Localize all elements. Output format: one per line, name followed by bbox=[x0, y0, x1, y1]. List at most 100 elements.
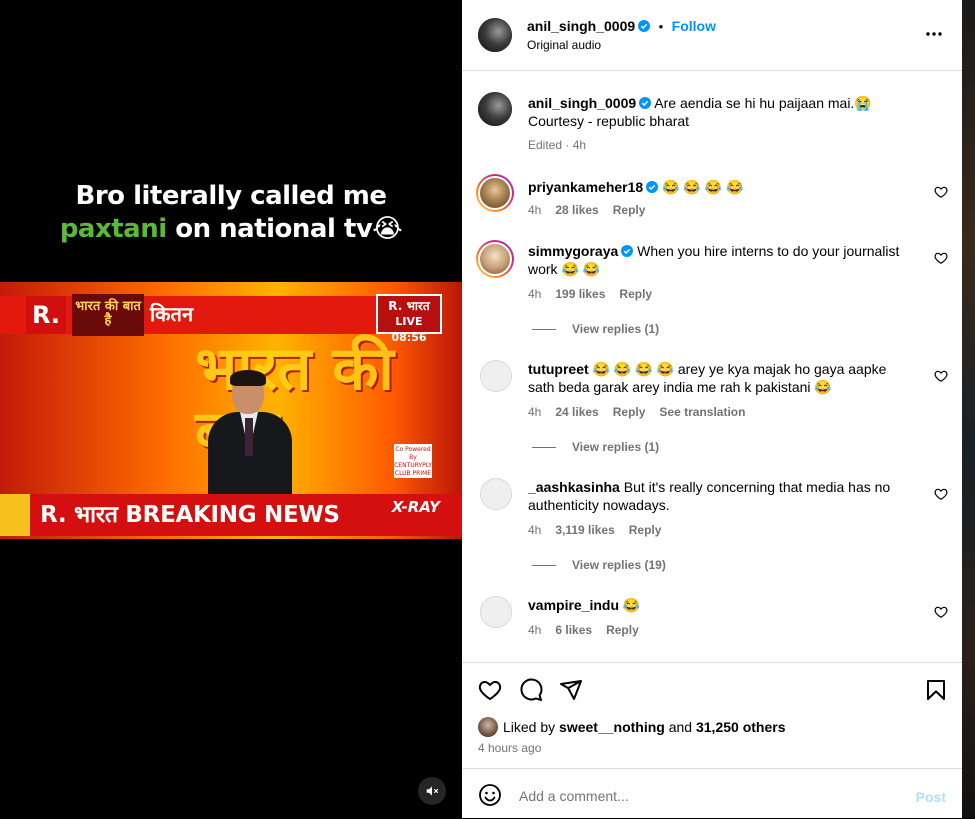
caption-line2: Courtesy - republic bharat bbox=[528, 113, 690, 129]
header-separator: • bbox=[658, 19, 664, 34]
post-comment-button[interactable]: Post bbox=[916, 789, 946, 805]
like-heart-icon[interactable] bbox=[478, 678, 502, 702]
live-label: LIVE bbox=[395, 315, 423, 328]
caption-username[interactable]: anil_singh_0009 bbox=[528, 95, 636, 111]
comment-time: 4h bbox=[528, 203, 542, 217]
comment-username[interactable]: priyankameher18 bbox=[528, 179, 643, 195]
comment-item: vampire_indu 😂 4h 6 likes Reply bbox=[462, 592, 962, 644]
news-anchor-figure bbox=[200, 370, 300, 522]
caption-text: anil_singh_0009 Are aendia se hi hu paij… bbox=[528, 94, 918, 130]
comment-username[interactable]: _aashkasinha bbox=[528, 479, 620, 495]
channel-logo: R. bbox=[26, 296, 66, 334]
mute-button[interactable] bbox=[418, 777, 446, 805]
reply-button[interactable]: Reply bbox=[619, 287, 652, 301]
reply-button[interactable]: Reply bbox=[629, 523, 662, 537]
likes-prefix: Liked by bbox=[503, 719, 556, 735]
comment-item: priyankameher18 😂 😂 😂 😂 4h 28 likes Reply bbox=[462, 172, 962, 224]
more-options-button[interactable] bbox=[924, 24, 944, 49]
post-timestamp[interactable]: 4 hours ago bbox=[478, 741, 541, 755]
add-comment-bar: Post bbox=[462, 768, 962, 819]
comment-text: tutupreet 😂 😂 😂 😂 arey ye kya majak ho g… bbox=[528, 360, 908, 396]
commenter-avatar[interactable] bbox=[476, 240, 514, 278]
liker-username[interactable]: sweet__nothing bbox=[559, 719, 665, 735]
follow-button[interactable]: Follow bbox=[672, 18, 716, 34]
verified-badge-icon bbox=[639, 97, 652, 109]
likes-summary: Liked by sweet__nothing and 31,250 other… bbox=[503, 719, 785, 735]
more-horizontal-icon bbox=[926, 32, 942, 36]
comment-body: 😂 bbox=[622, 597, 641, 613]
comment-meta: 4h 28 likes Reply bbox=[528, 203, 659, 217]
speaker-muted-icon bbox=[426, 786, 439, 796]
verified-badge-icon bbox=[646, 181, 659, 193]
comment-likes[interactable]: 6 likes bbox=[555, 623, 592, 637]
live-channel: R. भारत bbox=[388, 299, 430, 313]
comment-username[interactable]: simmygoraya bbox=[528, 243, 618, 259]
liker-avatar[interactable] bbox=[478, 717, 498, 737]
news-broadcast-frame: R. भारत की बात है कितन भारत की बात R. भा… bbox=[0, 282, 462, 539]
reply-button[interactable]: Reply bbox=[606, 623, 639, 637]
view-replies-button[interactable]: View replies (1) bbox=[532, 322, 659, 336]
like-comment-heart-icon[interactable] bbox=[934, 251, 948, 265]
ticker-accent bbox=[0, 494, 30, 536]
save-bookmark-icon[interactable] bbox=[924, 678, 948, 702]
comment-username[interactable]: vampire_indu bbox=[528, 597, 619, 613]
overlay-line-2: paxtani on national tv😭 bbox=[0, 213, 462, 246]
likes-count[interactable]: 31,250 others bbox=[696, 719, 786, 735]
caption-body: Are aendia se hi hu paijaan mai.😭 bbox=[654, 95, 872, 111]
original-audio-link[interactable]: Original audio bbox=[527, 38, 601, 52]
comment-item: simmygoraya When you hire interns to do … bbox=[462, 238, 962, 338]
comment-text: simmygoraya When you hire interns to do … bbox=[528, 242, 908, 278]
comment-likes[interactable]: 24 likes bbox=[555, 405, 598, 419]
comment-likes[interactable]: 199 likes bbox=[555, 287, 605, 301]
commenter-avatar[interactable] bbox=[476, 174, 514, 212]
show-brand: भारत की बात है bbox=[72, 294, 144, 336]
view-replies-button[interactable]: View replies (19) bbox=[532, 558, 666, 572]
reply-button[interactable]: Reply bbox=[613, 405, 646, 419]
xray-tag: X-RAY bbox=[391, 498, 440, 516]
overlay-rest: on national tv😭 bbox=[175, 214, 403, 244]
live-badge: R. भारत LIVE 08:56 bbox=[376, 294, 442, 344]
comment-text: priyankameher18 😂 😂 😂 😂 bbox=[528, 178, 918, 196]
like-comment-heart-icon[interactable] bbox=[934, 605, 948, 619]
verified-badge-icon bbox=[638, 20, 651, 32]
background-feed-edge bbox=[962, 0, 975, 818]
comment-likes[interactable]: 28 likes bbox=[555, 203, 598, 217]
video-overlay-caption: Bro literally called me paxtani on natio… bbox=[0, 180, 462, 246]
share-send-icon[interactable] bbox=[559, 678, 583, 702]
comment-meta: 4h 6 likes Reply bbox=[528, 623, 653, 637]
like-comment-heart-icon[interactable] bbox=[934, 369, 948, 383]
post-details-panel: anil_singh_0009 • Follow Original audio … bbox=[462, 0, 962, 818]
comment-time: 4h bbox=[528, 523, 542, 537]
caption-avatar[interactable] bbox=[478, 92, 512, 126]
commenter-avatar[interactable] bbox=[480, 478, 512, 510]
like-comment-heart-icon[interactable] bbox=[934, 487, 948, 501]
like-comment-heart-icon[interactable] bbox=[934, 185, 948, 199]
comment-time: 4h bbox=[528, 287, 542, 301]
commenter-avatar[interactable] bbox=[480, 596, 512, 628]
comment-body: 😂 😂 😂 😂 bbox=[662, 179, 744, 195]
view-replies-button[interactable]: View replies (1) bbox=[532, 440, 659, 454]
comment-likes[interactable]: 3,119 likes bbox=[555, 523, 614, 537]
commenter-avatar[interactable] bbox=[480, 360, 512, 392]
reel-video[interactable]: Bro literally called me paxtani on natio… bbox=[0, 0, 462, 818]
comment-meta: 4h 3,119 likes Reply bbox=[528, 523, 675, 537]
comment-text: _aashkasinha But it's really concerning … bbox=[528, 478, 908, 514]
broadcast-topic: कितन bbox=[150, 302, 194, 326]
emoji-icon[interactable] bbox=[478, 783, 502, 807]
author-avatar[interactable] bbox=[478, 18, 512, 52]
view-replies-label: View replies (1) bbox=[572, 322, 660, 336]
verified-badge-icon bbox=[621, 245, 634, 257]
post-header: anil_singh_0009 • Follow Original audio bbox=[462, 0, 962, 71]
sponsor-badge: Co Powered By CENTURYPLY CLUB PRIME bbox=[394, 444, 432, 478]
comment-meta: 4h 24 likes Reply See translation bbox=[528, 405, 759, 419]
comment-bubble-icon[interactable] bbox=[519, 678, 543, 702]
comment-input[interactable] bbox=[517, 784, 881, 808]
comment-item: _aashkasinha But it's really concerning … bbox=[462, 474, 962, 574]
comment-username[interactable]: tutupreet bbox=[528, 361, 589, 377]
overlay-highlight: paxtani bbox=[59, 214, 167, 244]
likes-and: and bbox=[668, 719, 693, 735]
overlay-line-1: Bro literally called me bbox=[75, 181, 387, 211]
reply-button[interactable]: Reply bbox=[613, 203, 646, 217]
author-username[interactable]: anil_singh_0009 bbox=[527, 18, 635, 34]
see-translation-button[interactable]: See translation bbox=[659, 405, 745, 419]
